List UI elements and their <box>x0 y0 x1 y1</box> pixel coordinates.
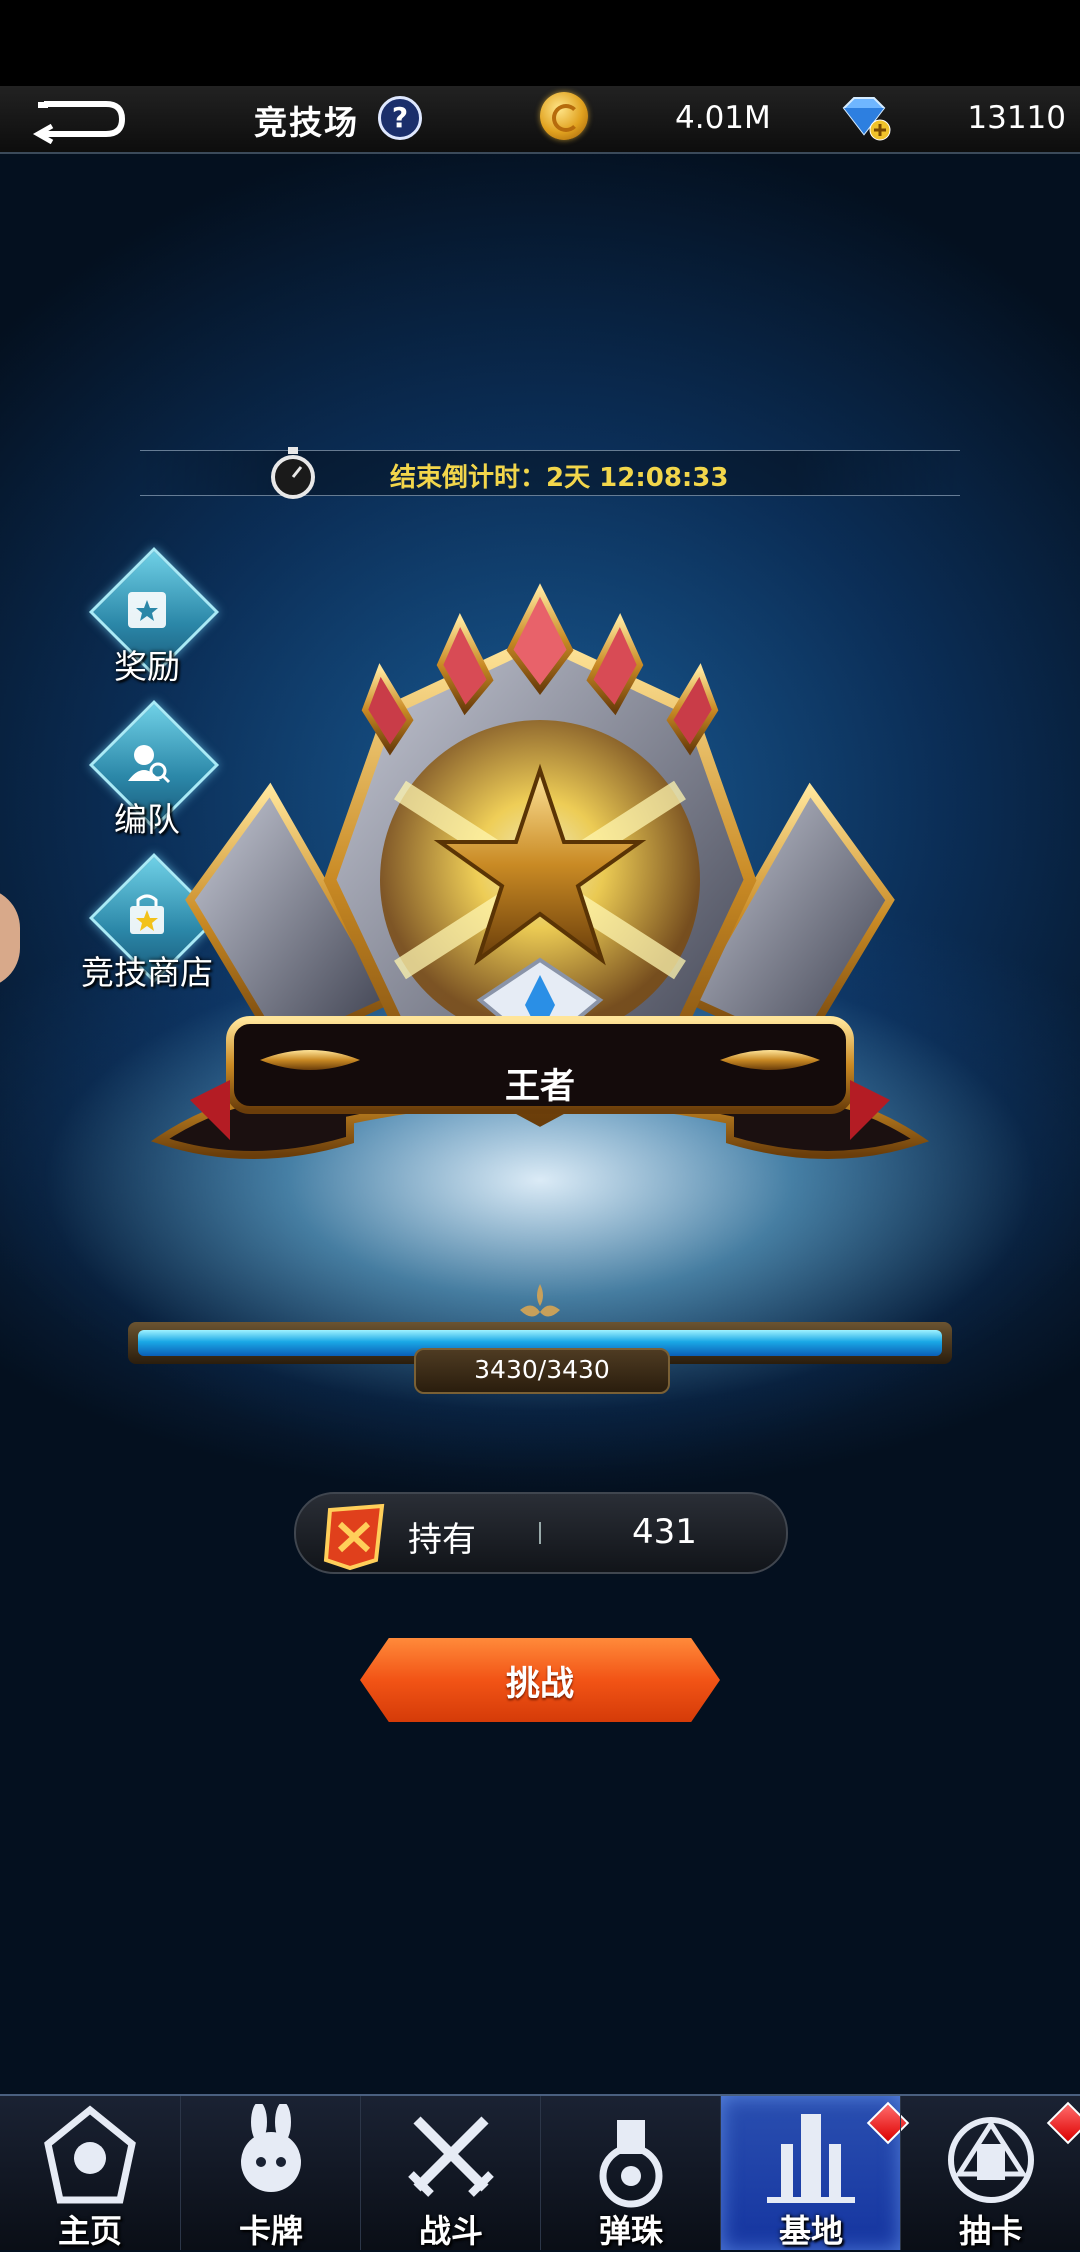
nav-gacha[interactable]: 抽卡 <box>900 2096 1080 2250</box>
base-tower-icon <box>767 2114 855 2203</box>
home-emblem-icon <box>44 2105 136 2204</box>
holdings-count: 431 <box>632 1512 697 1552</box>
help-button[interactable]: ? <box>378 96 422 140</box>
nav-cards-label: 卡牌 <box>238 2212 303 2250</box>
back-arrow-icon <box>32 101 126 145</box>
marble-launcher-icon <box>599 2120 663 2208</box>
character-peek <box>0 888 20 988</box>
gem-balance: 13110 <box>967 100 1066 136</box>
top-bar: 竞技场 ? 4.01M 13110 <box>0 86 1080 154</box>
card-character-icon <box>241 2104 301 2192</box>
gold-coin-icon <box>540 92 588 140</box>
page-title: 竞技场 <box>254 103 359 142</box>
challenge-ticket-icon <box>323 1503 385 1571</box>
nav-gacha-label: 抽卡 <box>958 2212 1023 2250</box>
ticket-holdings: 持有 431 <box>294 1492 788 1574</box>
nav-home-label: 主页 <box>57 2212 122 2250</box>
holdings-divider <box>539 1522 541 1544</box>
gem-plus-icon <box>842 97 891 141</box>
rank-name: 王者 <box>504 1067 575 1107</box>
nav-cards[interactable]: 卡牌 <box>180 2096 361 2250</box>
coin-balance: 4.01M <box>675 100 771 136</box>
add-gem-button[interactable] <box>838 96 892 142</box>
nav-home[interactable]: 主页 <box>0 2096 180 2250</box>
nav-marbles[interactable]: 弹珠 <box>540 2096 721 2250</box>
gacha-circle-icon <box>948 2117 1034 2203</box>
challenge-button[interactable]: 挑战 <box>360 1638 720 1722</box>
countdown-bar: 结束倒计时：2天 12:08:33 <box>140 447 960 499</box>
crossed-swords-icon <box>408 2116 494 2197</box>
notification-badge <box>1046 2101 1080 2145</box>
nav-marbles-label: 弹珠 <box>598 2212 663 2250</box>
fleur-ornament-icon <box>520 1284 560 1317</box>
countdown-text: 结束倒计时：2天 12:08:33 <box>390 463 729 493</box>
nav-battle[interactable]: 战斗 <box>360 2096 541 2250</box>
stopwatch-icon <box>271 447 315 499</box>
nav-battle-label: 战斗 <box>418 2212 483 2250</box>
nav-base[interactable]: 基地 <box>720 2096 910 2250</box>
holdings-label: 持有 <box>408 1520 476 1560</box>
progress-text: 3430/3430 <box>414 1348 670 1394</box>
back-button[interactable] <box>30 94 130 145</box>
nav-base-label: 基地 <box>778 2212 843 2250</box>
bottom-navigation: 主页 卡牌 战斗 弹珠 基地 抽卡 <box>0 2094 1080 2250</box>
status-strip <box>0 0 1080 86</box>
rank-emblem <box>150 583 930 1159</box>
